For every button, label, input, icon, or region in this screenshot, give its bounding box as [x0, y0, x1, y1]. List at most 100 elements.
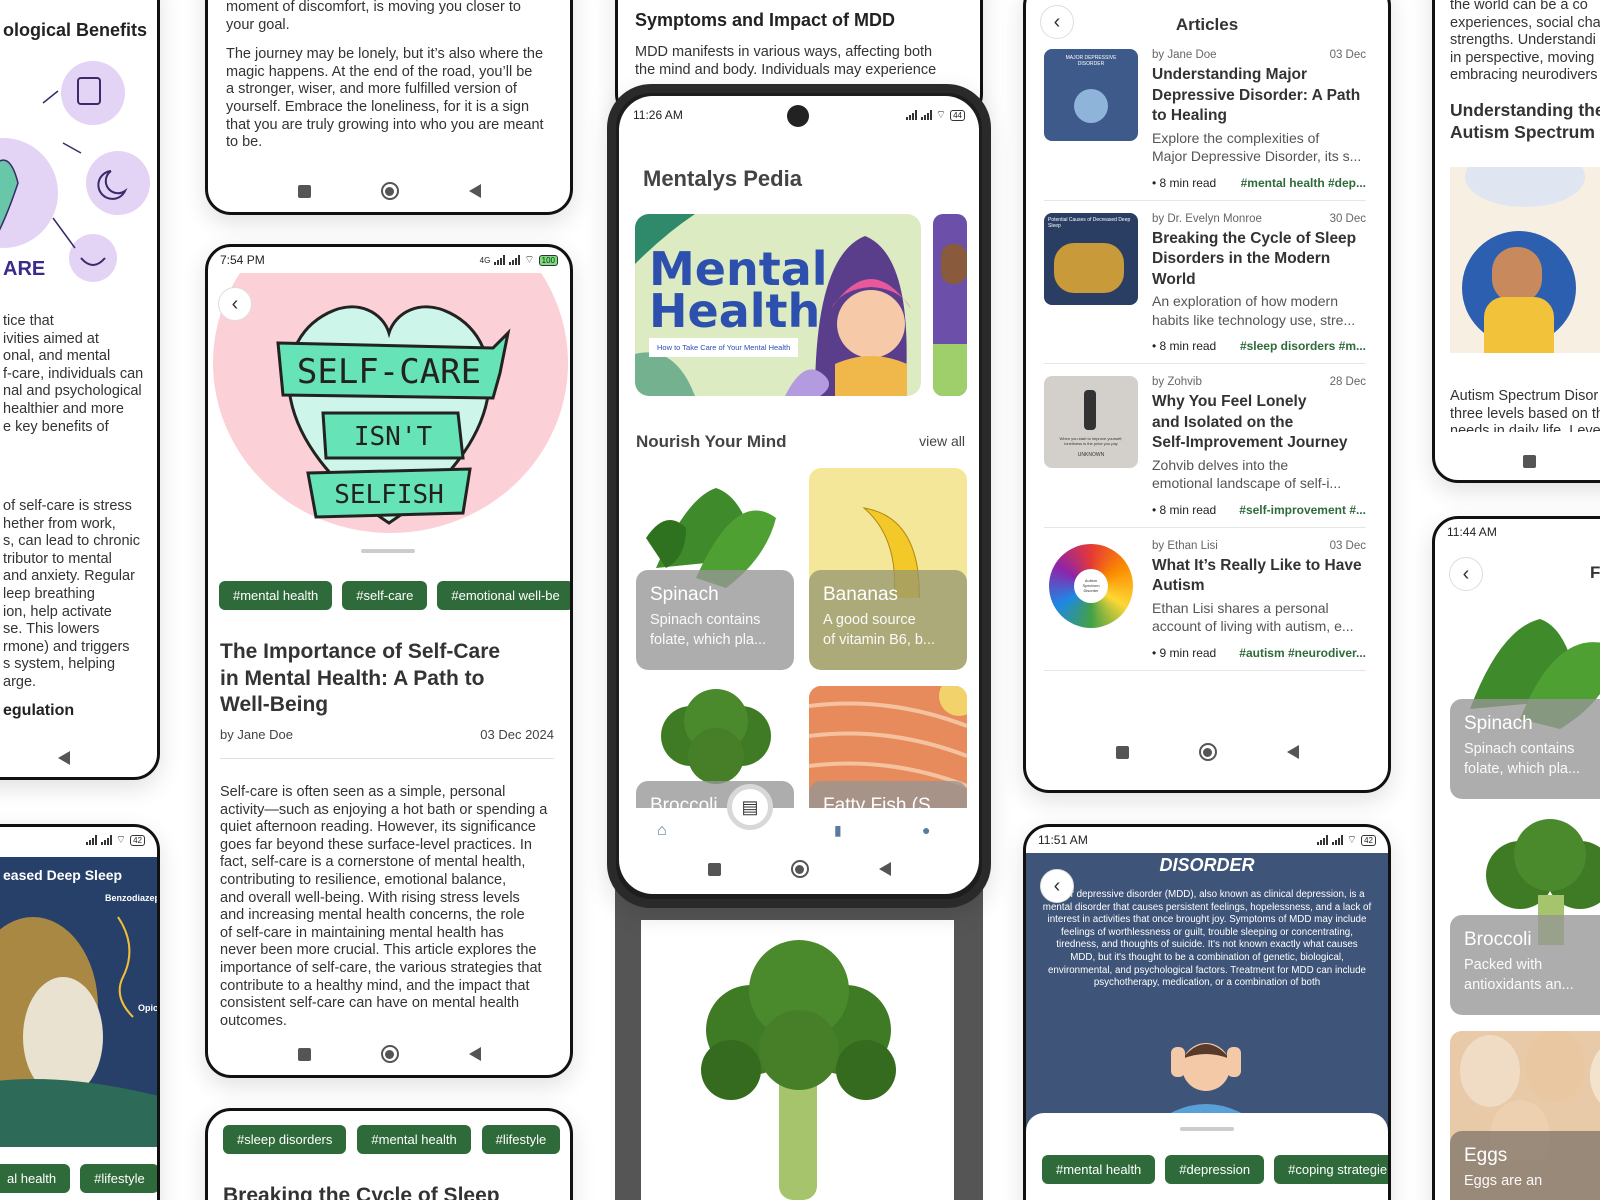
nav-recents-button[interactable]	[297, 184, 311, 198]
home-icon[interactable]: ⌂	[657, 822, 667, 840]
status-time: 7:54 PM	[220, 253, 265, 267]
tag-chip[interactable]: #mental health	[1042, 1155, 1156, 1184]
food-card-spinach[interactable]: Spinach Spinach contains folate, which p…	[1450, 599, 1600, 799]
text-line: and overall well-being. With rising stre…	[220, 889, 520, 906]
desc-line: account of living with autism, e...	[1152, 618, 1354, 634]
article-thumbnail: MAJOR DEPRESSIVE DISORDER	[1044, 49, 1138, 141]
nav-back-button[interactable]	[58, 751, 70, 765]
food-card-spinach[interactable]: Spinach Spinach contains folate, which p…	[636, 468, 794, 670]
thumb-caption: Autism Spectrum Disorder	[1082, 577, 1100, 593]
article-author: by Zohvib	[1152, 376, 1202, 388]
battery-icon: 44	[950, 109, 965, 121]
nav-recents-button[interactable]	[1523, 454, 1536, 468]
banner-carousel[interactable]: Mental Health How to Take Care of Your M…	[635, 214, 979, 396]
nav-back-button[interactable]	[468, 1047, 481, 1061]
food-card-broccoli[interactable]: Broccoli Packed with antioxidants an...	[1450, 815, 1600, 1015]
broccoli-illustration	[701, 940, 896, 1200]
tag-chip[interactable]: #sleep disorders	[223, 1125, 347, 1154]
nav-recents-button[interactable]	[297, 1047, 311, 1061]
signal-icon	[100, 835, 112, 845]
article-title: Why You Feel Lonely and Isolated on the …	[1152, 392, 1366, 454]
tag-chip[interactable]: al health	[0, 1164, 71, 1193]
article-list-item[interactable]: When you start to improve yourself, lone…	[1044, 364, 1366, 528]
nav-home-button[interactable]	[380, 1045, 399, 1063]
view-all-link[interactable]: view all	[919, 433, 965, 449]
nav-home-button[interactable]	[790, 860, 809, 878]
back-button[interactable]: ‹	[1040, 869, 1074, 903]
app-title: Mentalys Pedia	[643, 166, 802, 191]
drag-handle[interactable]	[1180, 1127, 1234, 1131]
page-title: F	[1590, 563, 1600, 582]
food-desc: folate, which pla...	[650, 632, 767, 648]
autism-illustration	[1450, 167, 1600, 353]
nav-home-button[interactable]	[1198, 743, 1217, 761]
mdd-detail-phone: 11:51 AM ⌔ 42 DISORDER Major depressive …	[1023, 824, 1391, 1200]
back-button[interactable]: ‹	[218, 287, 252, 321]
status-bar: 11:26 AM ⌔ 44	[619, 98, 979, 132]
signal-icon	[1331, 835, 1343, 845]
article-list-item[interactable]: MAJOR DEPRESSIVE DISORDER by Jane Doe 03 …	[1044, 37, 1366, 201]
tag-chip[interactable]: #mental health	[357, 1125, 471, 1154]
publish-date: 03 Dec 2024	[480, 727, 554, 742]
title-line: Breaking the Cycle of Sleep	[1152, 229, 1357, 247]
text-line: yourself. Embrace the loneliness, for it…	[226, 98, 530, 115]
tag-chip[interactable]: #mental health	[219, 581, 333, 610]
desc-line: habits like technology use, stre...	[1152, 311, 1356, 328]
android-navbar	[0, 743, 157, 773]
status-bar: 11:51 AM ⌔ 42	[1026, 827, 1388, 853]
desc-line: Ethan Lisi shares a personal	[1152, 599, 1329, 616]
text-line: magic happens. At the end of the road, y…	[226, 63, 533, 80]
android-navbar	[619, 854, 979, 884]
signal-icon	[1316, 835, 1328, 845]
tag-chip[interactable]: #coping strategie	[1274, 1155, 1388, 1184]
banner-card-next[interactable]	[933, 214, 967, 396]
text-line: environmental, and psychological factors…	[1047, 964, 1366, 976]
nav-back-button[interactable]	[468, 184, 481, 198]
food-card-eggs[interactable]: Eggs Eggs are an	[1450, 1031, 1600, 1200]
text-line: interest in activities that once brought…	[1047, 914, 1367, 926]
nav-home-button[interactable]	[380, 182, 399, 200]
nav-recents-button[interactable]	[1115, 745, 1129, 759]
text-line: Major depressive disorder (MDD), also kn…	[1049, 889, 1365, 900]
article-list-item[interactable]: Autism Spectrum Disorder by Ethan Lisi 03…	[1044, 528, 1366, 671]
subheading: egulation	[3, 702, 75, 719]
tag-chip[interactable]: #lifestyle	[481, 1125, 561, 1154]
section-heading: Understanding the Autism Spectrum	[1450, 99, 1600, 143]
left-top-phone: ological Benefits ARE tice that ivities …	[0, 0, 160, 780]
title-line: Autism	[1152, 577, 1205, 594]
nav-recents-button[interactable]	[707, 862, 721, 876]
title-line: World	[1152, 270, 1196, 288]
articles-phone: ‹ Articles MAJOR DEPRESSIVE DISORDER by …	[1023, 0, 1391, 793]
tag-chip[interactable]: #self-care	[342, 581, 428, 610]
desc-line: emotional landscape of self-i...	[1152, 475, 1342, 491]
tag-chip[interactable]: #depression	[1165, 1155, 1265, 1184]
tag-chip[interactable]: #emotional well-be	[437, 581, 570, 610]
banner-card[interactable]: Mental Health How to Take Care of Your M…	[635, 214, 921, 396]
food-desc: A good source	[823, 612, 916, 628]
article-title: Understanding Major Depressive Disorder:…	[1152, 65, 1366, 127]
back-button[interactable]: ‹	[1449, 557, 1483, 591]
nav-back-button[interactable]	[1286, 745, 1299, 759]
article-body: Self-care is often seen as a simple, per…	[220, 784, 565, 1030]
food-card-bananas[interactable]: Bananas A good source of vitamin B6, b..…	[809, 468, 967, 670]
text-line: quiet afternoon reading. However, its si…	[220, 819, 536, 836]
tag-chip[interactable]: #lifestyle	[80, 1164, 157, 1193]
title-line: The Importance of Self-Care	[220, 640, 501, 663]
food-name: Spinach	[1464, 713, 1533, 734]
hero-text: ISN'T	[354, 422, 433, 452]
profile-icon[interactable]: ●	[922, 822, 930, 838]
left-bottom-phone: ⌔ 42 eased Deep Sleep Benzodiazepi Opioi…	[0, 824, 160, 1200]
text-line: outcomes.	[220, 1012, 287, 1029]
chart-icon[interactable]: ▮	[834, 822, 842, 839]
text-line: and increasing mental health concerns, t…	[220, 907, 525, 924]
article-list-item[interactable]: Potential Causes of Decreased Deep Sleep…	[1044, 201, 1366, 364]
drag-handle[interactable]	[361, 549, 415, 553]
signal-icon	[920, 110, 932, 120]
book-icon[interactable]: ▤	[727, 784, 773, 830]
food-desc: of vitamin B6, b...	[823, 632, 936, 648]
status-bar: ⌔ 42	[0, 827, 157, 853]
text-line: needs in daily life. Leve	[1450, 423, 1600, 432]
battery-icon: 42	[130, 834, 145, 846]
nav-back-button[interactable]	[878, 862, 891, 876]
section-title: Nourish Your Mind	[636, 432, 787, 451]
